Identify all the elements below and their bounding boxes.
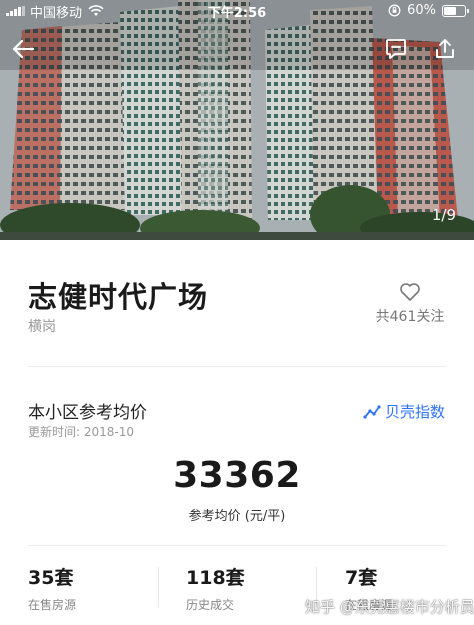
stat-value: 7套: [345, 567, 378, 589]
share-button[interactable]: [428, 34, 462, 64]
section-divider: [28, 545, 446, 546]
back-button[interactable]: [6, 34, 40, 64]
carrier-name: 中国移动: [30, 5, 83, 21]
share-icon: [436, 39, 454, 58]
stat-on-sale[interactable]: 35套 在售房源: [28, 563, 158, 613]
community-name: 志健时代广场: [28, 280, 209, 314]
stat-value: 118套: [186, 567, 245, 589]
follow-count: 共461关注: [375, 309, 445, 325]
battery-percent: 60%: [407, 3, 436, 18]
beike-index-label: 贝壳指数: [385, 403, 446, 421]
reference-price-title: 本小区参考均价: [28, 403, 147, 423]
heart-icon: [400, 283, 420, 301]
stat-history-deals[interactable]: 118套 历史成交: [186, 563, 316, 613]
signal-icon: [6, 6, 25, 16]
arrow-left-icon: [12, 39, 35, 59]
stat-label: 历史成交: [186, 598, 235, 612]
average-price-unit: 参考均价 (元/平): [188, 509, 286, 524]
stat-divider: [158, 567, 159, 607]
stat-label: 在售房源: [28, 598, 77, 612]
gallery-page-indicator: 1/9: [431, 206, 456, 224]
message-icon: [386, 39, 406, 59]
wifi-icon: [88, 5, 104, 16]
stat-value: 35套: [28, 567, 74, 589]
status-bar: 中国移动 下午2:56 60%: [0, 0, 474, 22]
average-price-value: 33362: [173, 455, 301, 496]
battery-level: [444, 6, 456, 15]
update-time: 更新时间: 2018-10: [28, 425, 134, 439]
section-divider: [28, 366, 446, 367]
follow-button[interactable]: 共461关注: [368, 282, 452, 326]
watermark: 知乎 @东莞惠楼市分析员: [305, 598, 474, 616]
beike-index-link[interactable]: 贝壳指数: [363, 401, 445, 422]
battery-icon: [442, 4, 469, 17]
trend-chart-icon: [363, 404, 381, 419]
message-button[interactable]: [379, 34, 413, 64]
community-district[interactable]: 横岗: [28, 316, 56, 336]
gallery-photo[interactable]: 中国移动 下午2:56 60% 1/9: [0, 0, 474, 240]
orientation-lock-icon: [388, 4, 401, 17]
